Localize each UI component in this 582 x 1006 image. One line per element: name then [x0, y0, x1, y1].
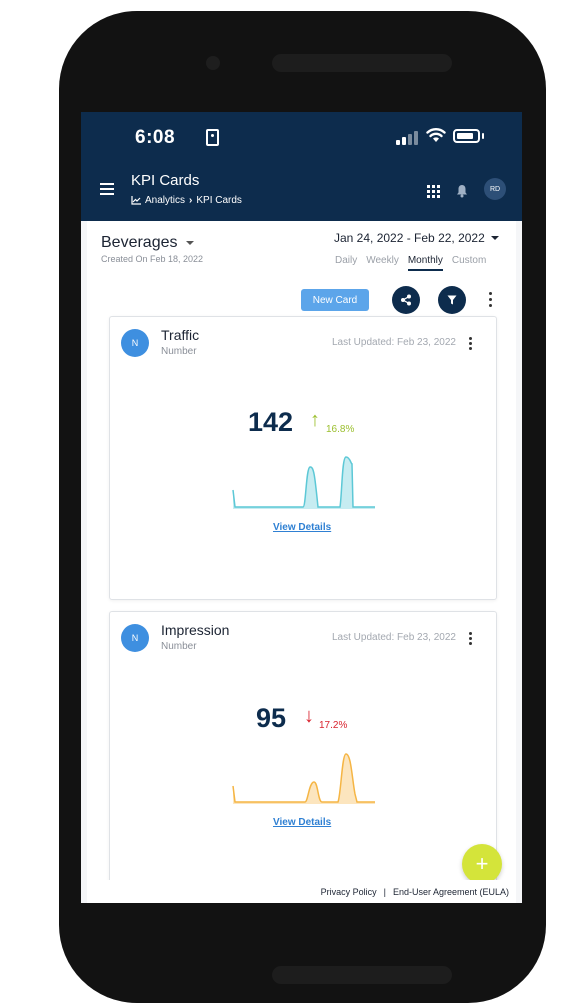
battery-icon [453, 129, 480, 143]
main-content: Beverages Created On Feb 18, 2022 Jan 24… [87, 221, 516, 903]
arrow-up-icon: ↑ [310, 409, 320, 431]
more-vert-icon[interactable] [468, 337, 472, 353]
dashboard-name: Beverages [101, 234, 178, 251]
created-date: Created On Feb 18, 2022 [101, 254, 204, 264]
more-vert-icon[interactable] [468, 632, 472, 648]
card-subtitle: Number [161, 346, 197, 357]
kpi-card-traffic: N Traffic Number Last Updated: Feb 23, 2… [109, 316, 497, 600]
kpi-card-impression: N Impression Number Last Updated: Feb 23… [109, 611, 497, 901]
share-button[interactable] [392, 286, 420, 314]
speaker [272, 54, 452, 72]
card-badge: N [121, 329, 149, 357]
kpi-value: 95 [256, 703, 287, 733]
breadcrumb-section[interactable]: Analytics [145, 195, 185, 206]
card-title: Impression [161, 622, 230, 638]
status-bar: 6:08 [81, 112, 522, 159]
view-details-link[interactable]: View Details [273, 522, 331, 533]
screen: 6:08 KPI Cards Analytics › KPI Cards RD … [81, 112, 522, 903]
caret-down-icon [490, 236, 499, 240]
card-title: Traffic [161, 327, 200, 343]
tab-monthly[interactable]: Monthly [407, 255, 443, 271]
footer-separator: | [383, 886, 386, 897]
chevron-right-icon: › [189, 195, 193, 206]
card-subtitle: Number [161, 641, 197, 652]
avatar[interactable]: RD [484, 178, 506, 200]
privacy-policy-link[interactable]: Privacy Policy [321, 887, 377, 897]
kpi-change: 17.2% [319, 720, 348, 731]
menu-icon[interactable] [100, 183, 114, 195]
date-range-picker[interactable]: Jan 24, 2022 - Feb 22, 2022 [334, 231, 499, 245]
card-last-updated: Last Updated: Feb 23, 2022 [332, 337, 456, 348]
home-bar [272, 966, 452, 984]
app-bar: KPI Cards Analytics › KPI Cards RD [81, 159, 522, 221]
kpi-change: 16.8% [326, 424, 355, 435]
apps-grid-icon[interactable] [427, 185, 440, 198]
bell-icon[interactable] [456, 184, 468, 198]
status-time: 6:08 [135, 127, 176, 148]
sparkline-chart [232, 753, 375, 804]
wifi-icon [426, 128, 446, 142]
eula-link[interactable]: End-User Agreement (EULA) [393, 887, 509, 897]
kpi-value: 142 [248, 407, 294, 437]
new-card-button[interactable]: New Card [301, 289, 369, 311]
add-icon: + [475, 851, 489, 876]
add-button[interactable]: + [462, 844, 502, 884]
share-icon [401, 294, 411, 306]
card-badge: N [121, 624, 149, 652]
date-range-label: Jan 24, 2022 - Feb 22, 2022 [334, 231, 485, 245]
breadcrumb: Analytics › KPI Cards [131, 195, 242, 206]
filter-button[interactable] [438, 286, 466, 314]
view-details-link[interactable]: View Details [273, 817, 331, 828]
card-last-updated: Last Updated: Feb 23, 2022 [332, 632, 456, 643]
camera [206, 56, 220, 70]
battery-tip [482, 133, 484, 139]
page-title: KPI Cards [131, 172, 200, 189]
tab-custom[interactable]: Custom [452, 255, 486, 271]
period-tabs: Daily Weekly Monthly Custom [335, 255, 486, 271]
filter-icon [447, 295, 457, 305]
arrow-down-icon: ↓ [304, 705, 314, 727]
breadcrumb-page: KPI Cards [196, 195, 242, 206]
more-vert-icon[interactable] [488, 292, 492, 308]
contact-card-icon [206, 129, 219, 146]
sparkline-chart [232, 456, 375, 509]
tab-weekly[interactable]: Weekly [366, 255, 399, 271]
footer: Privacy Policy | End-User Agreement (EUL… [87, 880, 516, 903]
tab-daily[interactable]: Daily [335, 255, 357, 271]
caret-down-icon [185, 241, 194, 245]
dashboard-selector[interactable]: Beverages [101, 234, 194, 252]
signal-icon [396, 131, 422, 145]
chart-icon [131, 196, 141, 205]
